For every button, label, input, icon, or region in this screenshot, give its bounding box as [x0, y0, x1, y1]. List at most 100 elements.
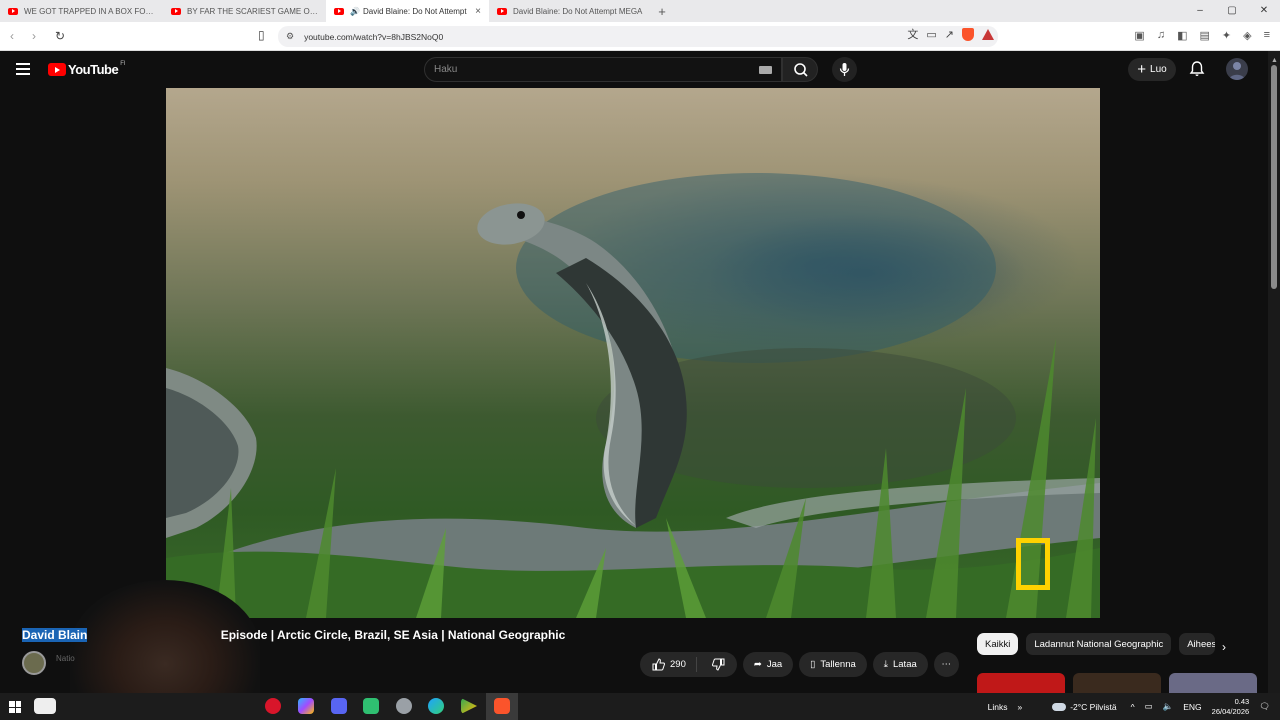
- related-video-thumbnail[interactable]: [1169, 673, 1257, 693]
- back-button[interactable]: ‹: [2, 29, 22, 43]
- browser-tab[interactable]: David Blaine: Do Not Attempt MEGA: [489, 0, 652, 22]
- maximize-button[interactable]: ▢: [1216, 0, 1248, 22]
- brave-rewards-icon[interactable]: [982, 28, 994, 40]
- tab-close-icon[interactable]: ×: [475, 6, 481, 17]
- wallet-icon[interactable]: ▤: [1199, 29, 1209, 42]
- brave-browser-icon: [494, 698, 510, 714]
- video-player[interactable]: [166, 88, 1100, 618]
- vpn-icon[interactable]: ◈: [1243, 29, 1251, 42]
- brave-shields-icon[interactable]: [962, 27, 974, 41]
- voice-search-button[interactable]: [832, 57, 857, 82]
- media-icon[interactable]: ♫: [1157, 29, 1165, 42]
- play-store-icon[interactable]: [461, 698, 477, 714]
- download-label: Lataa: [892, 659, 917, 670]
- window-controls: – ▢ ✕: [1184, 0, 1280, 22]
- browser-tab[interactable]: BY FAR THE SCARIEST GAME OF THE YEAR: [163, 0, 326, 22]
- reader-mode-icon[interactable]: ▣: [1134, 29, 1144, 42]
- tab-title: David Blaine: Do Not Attempt MEGA: [513, 6, 643, 16]
- menu-icon[interactable]: ≡: [1264, 29, 1270, 42]
- minimize-button[interactable]: –: [1184, 0, 1216, 22]
- bookmark-icon[interactable]: ▯: [258, 28, 265, 42]
- channel-avatar[interactable]: [22, 651, 46, 675]
- clock[interactable]: 0.43 26/04/2026: [1212, 697, 1250, 717]
- share-page-icon[interactable]: ↗: [945, 28, 954, 41]
- browser-tab[interactable]: WE GOT TRAPPED IN A BOX FOR 24 HOURS: [0, 0, 163, 22]
- page-scrollbar[interactable]: ▲: [1268, 51, 1280, 693]
- shield-app-icon[interactable]: [396, 698, 412, 714]
- reload-button[interactable]: ↻: [50, 29, 70, 43]
- video-title: David Blain Episode | Arctic Circle, Bra…: [22, 628, 565, 642]
- youtube-favicon-icon: [171, 7, 181, 15]
- search-button[interactable]: [782, 57, 818, 82]
- like-count: 290: [670, 659, 686, 670]
- forward-button[interactable]: ›: [24, 29, 44, 43]
- notifications-center-icon[interactable]: 🗨: [1259, 701, 1270, 712]
- chip-all[interactable]: Kaikki: [977, 633, 1019, 655]
- sidebar-icon[interactable]: ◧: [1177, 29, 1187, 42]
- dislike-button[interactable]: [702, 658, 737, 671]
- edge-icon[interactable]: [428, 698, 444, 714]
- weather-text[interactable]: -2°C Pilvistä: [1070, 702, 1116, 712]
- channel-name[interactable]: Natio: [56, 654, 75, 663]
- youtube-logo[interactable]: YouTube FI: [48, 61, 126, 77]
- chips-next-chevron-icon[interactable]: ›: [1222, 640, 1226, 654]
- browser-tab-active[interactable]: 🔊 David Blaine: Do Not Attempt ×: [326, 0, 489, 22]
- brave-taskbar-slot[interactable]: [486, 693, 518, 720]
- close-window-button[interactable]: ✕: [1248, 0, 1280, 22]
- chip-uploaded-by[interactable]: Ladannut National Geographic: [1026, 633, 1172, 655]
- clock-time: 0.43: [1234, 696, 1250, 706]
- scrollbar-thumb[interactable]: [1271, 65, 1277, 289]
- discord-icon[interactable]: [331, 698, 347, 714]
- share-label: Jaa: [766, 659, 783, 670]
- network-icon[interactable]: ▭: [1145, 701, 1153, 712]
- chat-app-icon[interactable]: [363, 698, 379, 714]
- account-avatar[interactable]: [1226, 58, 1248, 80]
- windows-start-icon[interactable]: [9, 701, 21, 713]
- create-button[interactable]: + Luo: [1128, 58, 1176, 81]
- more-actions-button[interactable]: ⋯: [933, 652, 959, 677]
- search-app-icon[interactable]: [34, 698, 56, 714]
- cast-icon[interactable]: ▭: [926, 28, 936, 41]
- links-toolbar[interactable]: Links: [988, 702, 1008, 712]
- language-indicator[interactable]: ENG: [1183, 702, 1201, 712]
- guide-menu-icon[interactable]: [16, 63, 30, 75]
- opera-icon[interactable]: [265, 698, 281, 714]
- chip-related[interactable]: Aiheeseen: [1179, 633, 1216, 655]
- share-button[interactable]: ➦ Jaa: [742, 652, 794, 677]
- scroll-up-icon[interactable]: ▲: [1271, 57, 1278, 64]
- youtube-logo-icon: [48, 63, 66, 76]
- url-bar[interactable]: ⚙ youtube.com/watch?v=8hJBS2NoQ0: [278, 26, 998, 47]
- notifications-bell-icon[interactable]: [1188, 60, 1206, 78]
- photos-icon[interactable]: [298, 698, 314, 714]
- new-tab-button[interactable]: +: [652, 4, 672, 19]
- logo-text: YouTube: [68, 62, 119, 77]
- clock-date: 26/04/2026: [1211, 706, 1250, 716]
- download-button[interactable]: ⤓ Lataa: [872, 652, 928, 677]
- os-taskbar: Links » -2°C Pilvistä ^ ▭ 🔈 ENG 0.43 26/…: [0, 693, 1280, 720]
- translate-icon[interactable]: 文: [907, 26, 918, 42]
- save-button[interactable]: ▯ Tallenna: [799, 652, 867, 677]
- weather-cloud-icon: [1052, 702, 1067, 711]
- speaker-icon[interactable]: 🔊: [350, 7, 360, 16]
- like-button[interactable]: 290: [640, 657, 697, 672]
- site-info-icon[interactable]: ⚙: [286, 31, 294, 42]
- browser-tabstrip: WE GOT TRAPPED IN A BOX FOR 24 HOURS BY …: [0, 0, 1280, 22]
- tab-title: David Blaine: Do Not Attempt: [362, 6, 467, 16]
- leo-ai-icon[interactable]: ✦: [1222, 29, 1231, 42]
- download-icon: ⤓: [883, 659, 888, 670]
- video-title-selected: David Blain: [22, 628, 88, 642]
- search-icon: [794, 63, 808, 77]
- volume-icon[interactable]: 🔈: [1163, 701, 1174, 712]
- search-placeholder: Haku: [434, 64, 458, 75]
- search-input[interactable]: Haku: [424, 57, 782, 82]
- links-chevron-icon[interactable]: »: [1017, 702, 1022, 712]
- url-text[interactable]: youtube.com/watch?v=8hJBS2NoQ0: [304, 32, 443, 42]
- thumbs-up-icon: [652, 658, 665, 671]
- related-video-thumbnail[interactable]: [977, 673, 1065, 693]
- tray-overflow-chevron-icon[interactable]: ^: [1131, 702, 1135, 712]
- bookmark-save-icon: ▯: [810, 659, 816, 670]
- video-actions: 290 ➦ Jaa ▯ Tallenna ⤓ Lataa ⋯: [640, 652, 959, 677]
- related-thumbnails: [977, 673, 1257, 693]
- keyboard-icon[interactable]: [759, 66, 772, 74]
- related-video-thumbnail[interactable]: [1073, 673, 1161, 693]
